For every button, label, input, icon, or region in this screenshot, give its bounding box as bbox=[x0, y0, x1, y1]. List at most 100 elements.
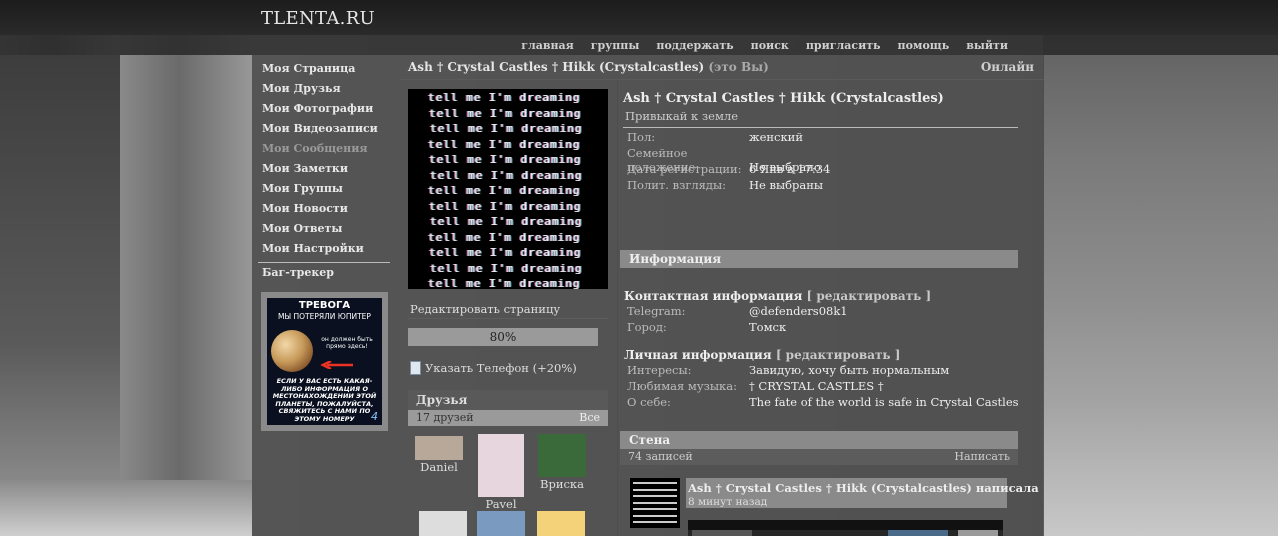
avatar-text-line: tell me I'm dreaming bbox=[430, 261, 583, 275]
info-key: Telegram: bbox=[627, 304, 686, 318]
friend-item[interactable]: Daniel bbox=[412, 436, 466, 474]
ad-bottom-text: ЕСЛИ У ВАС ЕСТЬ КАКАЯ-ЛИБО ИНФОРМАЦИЯ О … bbox=[272, 377, 377, 423]
nav-link[interactable]: помощь bbox=[898, 39, 950, 52]
avatar-text-line: tell me I'm dreaming bbox=[428, 137, 581, 151]
wall-subheader: 74 записей Написать bbox=[620, 449, 1018, 465]
friend-item[interactable]: Вриска bbox=[535, 434, 589, 491]
friends-count: 17 друзей bbox=[416, 411, 474, 424]
profile-status[interactable]: Привыкай к земле bbox=[625, 109, 738, 123]
friend-avatar[interactable] bbox=[537, 511, 585, 536]
sidebar-item[interactable]: Мои Новости bbox=[262, 199, 397, 219]
profile-header-bar: Ash † Crystal Castles † Hikk (Crystalcas… bbox=[399, 55, 1044, 80]
sidebar-item-bug-tracker[interactable]: Баг-трекер bbox=[262, 266, 334, 279]
sidebar-item[interactable]: Мои Настройки bbox=[262, 239, 397, 259]
info-value: The fate of the world is safe in Crystal… bbox=[749, 395, 1019, 409]
post-image[interactable] bbox=[688, 520, 1003, 536]
avatar-text-line: tell me I'm dreaming bbox=[428, 277, 581, 289]
info-key: Полит. взгляды: bbox=[627, 178, 727, 192]
friend-avatar[interactable] bbox=[419, 511, 467, 536]
sidebar-item[interactable]: Мои Заметки bbox=[262, 159, 397, 179]
ad-banner[interactable]: ТРЕВОГА МЫ ПОТЕРЯЛИ ЮПИТЕР он должен быт… bbox=[261, 292, 388, 431]
document-icon bbox=[410, 361, 421, 375]
nav-link[interactable]: выйти bbox=[966, 39, 1008, 52]
friend-item[interactable]: Pavel bbox=[475, 434, 527, 511]
info-value: Не выбраны bbox=[749, 178, 824, 192]
background-building bbox=[0, 55, 120, 536]
friend-name[interactable]: Daniel bbox=[412, 460, 466, 474]
avatar-thumb-line bbox=[633, 514, 677, 517]
info-key: Интересы: bbox=[627, 363, 692, 377]
info-key: Пол: bbox=[627, 130, 656, 144]
online-status: Онлайн bbox=[980, 60, 1034, 74]
profile-left-column: tell me I'm dreaming tell me I'm dreaming… bbox=[399, 80, 618, 536]
personal-edit-link[interactable]: [ редактировать ] bbox=[776, 348, 901, 362]
avatar-thumb-line bbox=[633, 488, 677, 491]
info-key: Город: bbox=[627, 320, 667, 334]
site-logo[interactable]: TLENTA.RU bbox=[261, 8, 375, 29]
contact-info-title: Контактная информация bbox=[624, 289, 803, 303]
profile-name: Ash † Crystal Castles † Hikk (Crystalcas… bbox=[623, 91, 944, 106]
info-value: Томск bbox=[749, 320, 787, 334]
divider bbox=[408, 318, 608, 319]
info-key: О себе: bbox=[627, 395, 671, 409]
personal-info-heading: Личная информация [ редактировать ] bbox=[624, 348, 900, 362]
background-snow bbox=[0, 480, 252, 536]
friend-name[interactable]: Вриска bbox=[535, 477, 589, 491]
friends-all-link[interactable]: Все bbox=[579, 410, 600, 426]
sidebar-item[interactable]: Мои Сообщения bbox=[262, 139, 397, 159]
header-user: Ash † Crystal Castles † Hikk (Crystalcas… bbox=[408, 60, 769, 74]
edit-page-link[interactable]: Редактировать страницу bbox=[410, 302, 560, 316]
info-row: Пол: женский bbox=[627, 130, 803, 144]
info-section-title: Информация bbox=[620, 250, 1018, 268]
contact-edit-link[interactable]: [ редактировать ] bbox=[807, 289, 932, 303]
friend-avatar[interactable] bbox=[415, 436, 463, 460]
avatar-text-line: tell me I'm dreaming bbox=[429, 106, 582, 120]
post-author-avatar[interactable] bbox=[630, 478, 680, 528]
header-user-link[interactable]: Ash † Crystal Castles † Hikk (Crystalcas… bbox=[408, 60, 704, 74]
info-value: 6 Янв в 17:34 bbox=[749, 162, 831, 176]
nav-link[interactable]: группы bbox=[591, 39, 640, 52]
personal-info-title: Личная информация bbox=[624, 348, 772, 362]
sidebar-item[interactable]: Моя Страница bbox=[262, 59, 397, 79]
info-value: † CRYSTAL CASTLES † bbox=[749, 379, 884, 393]
post-author[interactable]: Ash † Crystal Castles † Hikk (Crystalcas… bbox=[688, 481, 1039, 495]
post-image-photo bbox=[888, 530, 948, 536]
avatar-text-line: tell me I'm dreaming bbox=[428, 91, 581, 104]
ad-note: он должен быть прямо здесь! bbox=[321, 336, 373, 350]
avatar-thumb-line bbox=[633, 508, 677, 510]
friend-avatar[interactable] bbox=[538, 434, 586, 477]
sidebar-item[interactable]: Мои Видеозаписи bbox=[262, 119, 397, 139]
friend-avatar[interactable] bbox=[477, 511, 525, 536]
ad-number: 4 bbox=[371, 410, 378, 423]
profile-completion-bar: 80% bbox=[408, 328, 598, 346]
friend-avatar[interactable] bbox=[478, 434, 524, 497]
avatar-text-line: tell me I'm dreaming bbox=[429, 199, 582, 213]
sidebar: Моя Страница Мои Друзья Мои Фотографии Мои … bbox=[252, 55, 397, 431]
progress-label: 80% bbox=[489, 330, 517, 344]
nav-link[interactable]: главная bbox=[521, 39, 574, 52]
wall-write-button[interactable]: Написать bbox=[954, 449, 1010, 465]
profile-avatar[interactable]: tell me I'm dreaming tell me I'm dreaming… bbox=[408, 89, 608, 289]
top-nav: главная группы поддержать поиск пригласить по… bbox=[0, 35, 1278, 55]
wall-count: 74 записей bbox=[628, 450, 693, 463]
nav-link[interactable]: поиск bbox=[751, 39, 789, 52]
sidebar-item[interactable]: Мои Фотографии bbox=[262, 99, 397, 119]
profile-right-column: Ash † Crystal Castles † Hikk (Crystalcas… bbox=[618, 80, 1044, 536]
sidebar-item[interactable]: Мои Группы bbox=[262, 179, 397, 199]
friend-name[interactable]: Pavel bbox=[475, 497, 527, 511]
sidebar-item[interactable]: Мои Друзья bbox=[262, 79, 397, 99]
nav-links: главная группы поддержать поиск пригласить по… bbox=[504, 39, 1008, 52]
nav-link[interactable]: пригласить bbox=[806, 39, 881, 52]
add-phone-link[interactable]: Указать Телефон (+20%) bbox=[410, 361, 577, 375]
friends-title: Друзья bbox=[408, 390, 608, 410]
sidebar-item[interactable]: Мои Ответы bbox=[262, 219, 397, 239]
avatar-thumb-line bbox=[633, 495, 677, 497]
nav-link[interactable]: поддержать bbox=[656, 39, 733, 52]
avatar-text-line: tell me I'm dreaming bbox=[429, 246, 582, 259]
wall-post-header: Ash † Crystal Castles † Hikk (Crystalcas… bbox=[686, 478, 1039, 508]
info-row: Любимая музыка: † CRYSTAL CASTLES † bbox=[627, 379, 884, 393]
info-row: Интересы: Завидую, хочу быть нормальным bbox=[627, 363, 949, 377]
post-image-sidebar bbox=[692, 530, 752, 536]
avatar-thumb-line bbox=[633, 482, 677, 484]
sidebar-menu: Моя Страница Мои Друзья Мои Фотографии Мои … bbox=[252, 55, 397, 259]
